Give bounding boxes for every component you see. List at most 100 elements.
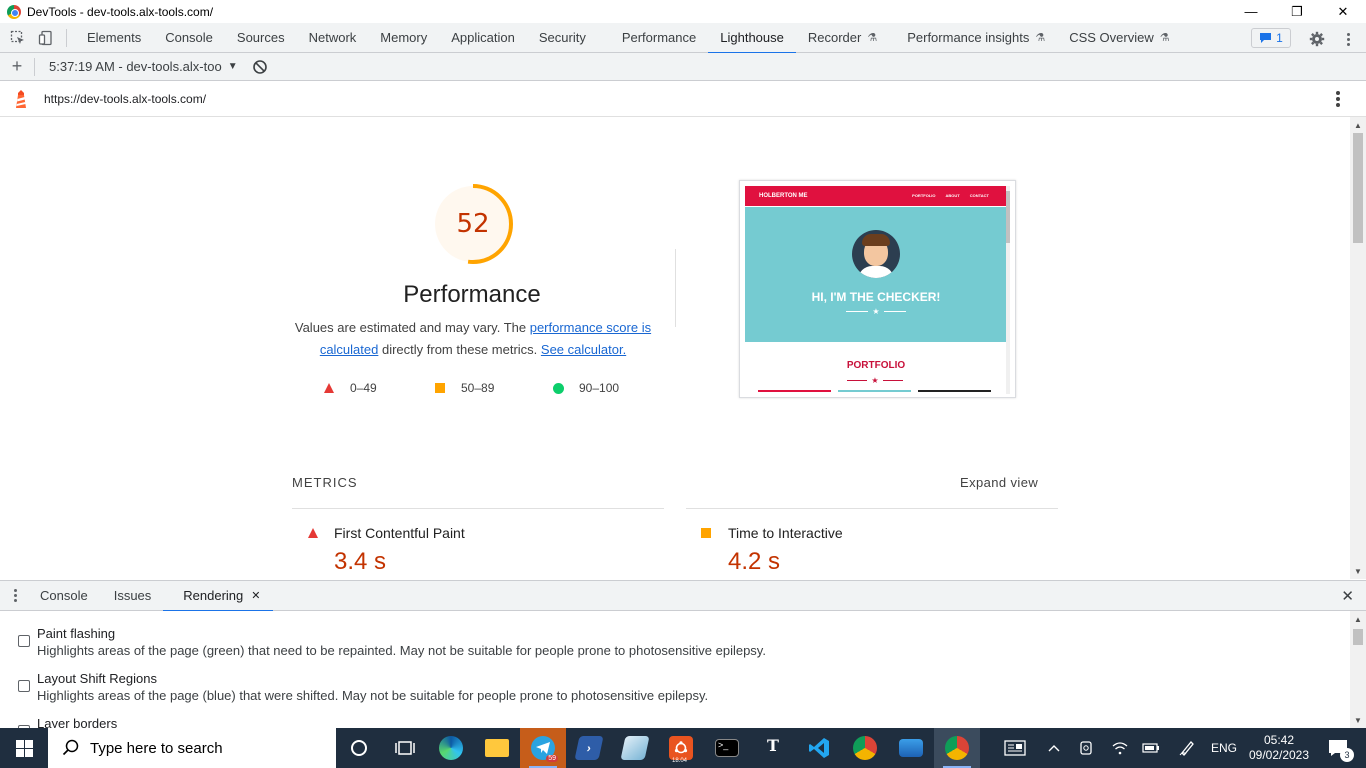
tab-application[interactable]: Application bbox=[439, 23, 527, 53]
drawer-tab-issues[interactable]: Issues bbox=[100, 581, 164, 611]
new-report-button[interactable]: + bbox=[0, 56, 34, 77]
fail-triangle-icon bbox=[308, 528, 318, 538]
screenshot-nav-link: ABOUT bbox=[945, 193, 960, 198]
screenshot-portfolio-heading: PORTFOLIO bbox=[846, 360, 906, 371]
average-square-icon bbox=[435, 383, 445, 393]
issues-counter-button[interactable]: 1 bbox=[1251, 28, 1291, 48]
telegram-icon[interactable]: 59 bbox=[520, 728, 566, 768]
news-widget-icon[interactable] bbox=[1000, 728, 1030, 768]
vscode-icon[interactable] bbox=[796, 728, 842, 768]
lighthouse-logo-icon bbox=[16, 89, 26, 108]
tab-security[interactable]: Security bbox=[527, 23, 598, 53]
file-explorer-icon[interactable] bbox=[474, 728, 520, 768]
screenshot-scrollbar bbox=[1006, 186, 1010, 394]
cmd-icon[interactable]: >_ bbox=[704, 728, 750, 768]
star-divider: ★ bbox=[846, 306, 906, 316]
pen-icon[interactable] bbox=[1176, 728, 1198, 768]
chrome-taskbar-icon[interactable] bbox=[842, 728, 888, 768]
chevron-down-icon: ▼ bbox=[227, 61, 238, 72]
summary-divider bbox=[675, 249, 676, 327]
ubuntu-icon[interactable]: 18.04 bbox=[658, 728, 704, 768]
close-drawer-icon[interactable]: ✕ bbox=[1341, 587, 1354, 605]
photos-icon[interactable] bbox=[888, 728, 934, 768]
performance-title: Performance bbox=[403, 281, 541, 308]
scrollbar-thumb[interactable] bbox=[1353, 629, 1363, 645]
scroll-down-arrow-icon[interactable]: ▼ bbox=[1350, 714, 1366, 726]
settings-gear-icon[interactable] bbox=[1306, 29, 1328, 49]
meet-now-icon[interactable] bbox=[1076, 728, 1096, 768]
tray-chevron-up-icon[interactable] bbox=[1044, 728, 1064, 768]
battery-icon[interactable] bbox=[1141, 728, 1161, 768]
option-title: Layout Shift Regions bbox=[37, 671, 157, 686]
powershell-icon[interactable]: › bbox=[566, 728, 612, 768]
drawer-tab-rendering[interactable]: Rendering ✕ bbox=[163, 581, 273, 612]
devtools-tabbar: Elements Console Sources Network Memory … bbox=[0, 23, 1366, 54]
report-select[interactable]: 5:37:19 AM - dev-tools.alx-too ▼ bbox=[41, 59, 238, 74]
report-url: https://dev-tools.alx-tools.com/ bbox=[44, 91, 207, 106]
see-calculator-link[interactable]: See calculator. bbox=[541, 342, 626, 357]
portfolio-bar bbox=[918, 390, 991, 392]
layout-shift-checkbox[interactable] bbox=[18, 680, 30, 692]
window-title: DevTools - dev-tools.alx-tools.com/ bbox=[27, 4, 214, 19]
screenshot-brand: HOLBERTON ME bbox=[759, 193, 808, 199]
tab-performance[interactable]: Performance bbox=[598, 23, 708, 53]
metric-fcp-label: First Contentful Paint bbox=[334, 525, 465, 541]
scroll-up-arrow-icon[interactable]: ▲ bbox=[1350, 613, 1366, 625]
tab-elements[interactable]: Elements bbox=[73, 23, 153, 53]
device-toolbar-icon[interactable] bbox=[32, 23, 60, 53]
report-scrollbar[interactable]: ▲ ▼ bbox=[1350, 117, 1366, 579]
final-screenshot[interactable]: HOLBERTON ME PORTFOLIO ABOUT CONTACT HI,… bbox=[739, 180, 1016, 398]
scroll-down-arrow-icon[interactable]: ▼ bbox=[1350, 565, 1366, 577]
chrome-active-icon[interactable] bbox=[934, 728, 980, 768]
metrics-divider bbox=[686, 508, 1058, 509]
drawer-menu-icon[interactable] bbox=[0, 589, 30, 602]
drawer-scrollbar[interactable]: ▲ ▼ bbox=[1350, 611, 1366, 728]
portfolio-bar bbox=[758, 390, 831, 392]
minimize-button[interactable]: — bbox=[1228, 0, 1274, 23]
star-icon: ★ bbox=[871, 375, 879, 385]
clear-reports-icon[interactable] bbox=[252, 59, 268, 75]
language-indicator[interactable]: ENG bbox=[1206, 728, 1242, 768]
taskbar-search[interactable]: Type here to search bbox=[48, 728, 336, 768]
lighthouse-toolbar: + 5:37:19 AM - dev-tools.alx-too ▼ bbox=[0, 53, 1366, 81]
more-options-icon[interactable] bbox=[1340, 29, 1356, 49]
screenshot-nav-link: PORTFOLIO bbox=[912, 193, 936, 198]
drawer-tabbar: Console Issues Rendering ✕ ✕ bbox=[0, 580, 1366, 612]
scrollbar-thumb[interactable] bbox=[1353, 133, 1363, 243]
tab-performance-insights[interactable]: Performance insights ⚗ bbox=[889, 23, 1057, 53]
avatar-image bbox=[852, 230, 900, 278]
inspect-element-icon[interactable] bbox=[4, 23, 32, 53]
tab-lighthouse[interactable]: Lighthouse bbox=[708, 23, 796, 54]
close-tab-icon[interactable]: ✕ bbox=[251, 589, 260, 602]
metric-tti-label: Time to Interactive bbox=[728, 525, 843, 541]
start-button[interactable] bbox=[0, 728, 48, 768]
tab-network[interactable]: Network bbox=[297, 23, 369, 53]
report-menu-icon[interactable] bbox=[1336, 91, 1340, 107]
metrics-heading: METRICS bbox=[292, 475, 358, 490]
rendering-panel: Paint flashing Highlights areas of the p… bbox=[0, 611, 1366, 728]
tab-recorder[interactable]: Recorder ⚗ bbox=[796, 23, 889, 53]
notification-center-icon[interactable]: 3 bbox=[1318, 728, 1358, 768]
metrics-divider bbox=[292, 508, 664, 509]
drawer-tab-console[interactable]: Console bbox=[30, 581, 100, 611]
tab-console[interactable]: Console bbox=[153, 23, 225, 53]
windows-terminal-icon[interactable] bbox=[612, 728, 658, 768]
tab-sources[interactable]: Sources bbox=[225, 23, 297, 53]
search-placeholder: Type here to search bbox=[90, 739, 223, 757]
toolbar-separator bbox=[66, 28, 67, 47]
clock[interactable]: 05:42 09/02/2023 bbox=[1246, 728, 1312, 768]
scroll-up-arrow-icon[interactable]: ▲ bbox=[1350, 119, 1366, 131]
window-titlebar: DevTools - dev-tools.alx-tools.com/ — ❐ … bbox=[0, 0, 1366, 23]
tab-memory[interactable]: Memory bbox=[368, 23, 439, 53]
restore-button[interactable]: ❐ bbox=[1274, 0, 1320, 23]
paint-flashing-checkbox[interactable] bbox=[18, 635, 30, 647]
close-window-button[interactable]: ✕ bbox=[1320, 0, 1366, 23]
task-view-icon[interactable] bbox=[382, 728, 428, 768]
wifi-icon[interactable] bbox=[1110, 728, 1130, 768]
tab-css-overview[interactable]: CSS Overview ⚗ bbox=[1057, 23, 1181, 53]
typora-icon[interactable]: T bbox=[750, 728, 796, 768]
cortana-icon[interactable] bbox=[336, 728, 382, 768]
expand-view-toggle[interactable]: Expand view bbox=[960, 475, 1038, 490]
experiment-flask-icon: ⚗ bbox=[867, 32, 878, 44]
edge-icon[interactable] bbox=[428, 728, 474, 768]
